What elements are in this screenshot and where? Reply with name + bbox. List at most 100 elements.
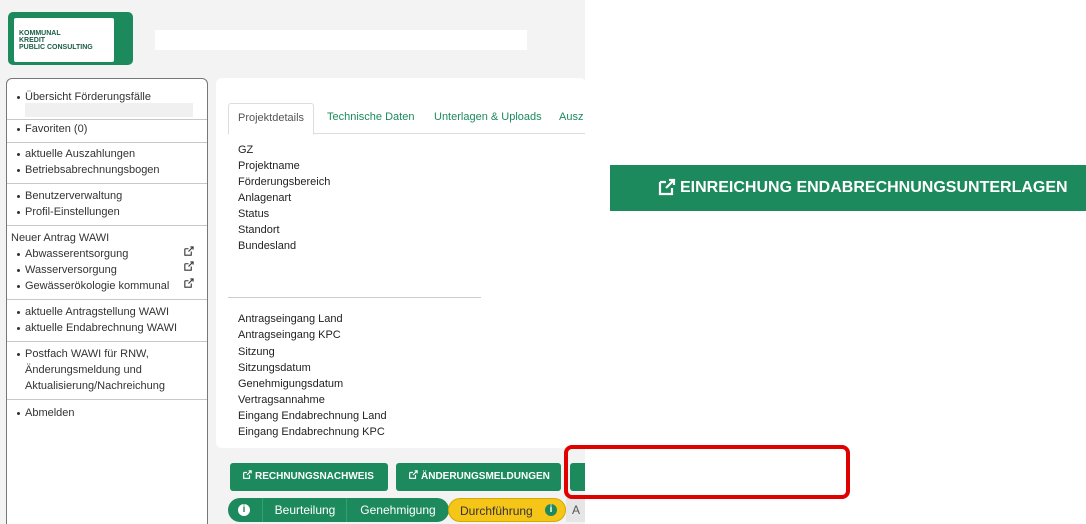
aenderungsmeldungen-button[interactable]: ÄNDERUNGSMELDUNGEN <box>396 463 561 491</box>
bullet-icon <box>17 127 20 131</box>
divider <box>7 225 207 226</box>
field-label-gz: GZ <box>238 144 254 156</box>
external-link-icon <box>408 470 418 480</box>
divider <box>7 119 207 120</box>
bullet-icon <box>17 168 20 172</box>
field-label-antragseingang-kpc: Antragseingang KPC <box>238 329 341 341</box>
sidebar-item-profil[interactable]: Profil-Einstellungen <box>17 206 120 218</box>
tab-auszahlungen[interactable]: Ausz <box>559 103 583 133</box>
field-label-projektname: Projektname <box>238 160 300 172</box>
stage-genehmigung[interactable]: Genehmigung <box>346 498 449 522</box>
sidebar-item-label: Favoriten (0) <box>25 123 88 135</box>
bullet-icon <box>17 411 20 415</box>
logo[interactable]: KOMMUNAL KREDIT PUBLIC CONSULTING <box>8 12 133 65</box>
sidebar-item-auszahlungen[interactable]: aktuelle Auszahlungen <box>17 148 135 160</box>
bullet-icon <box>17 194 20 198</box>
bullet-icon <box>17 310 20 314</box>
sidebar-item-postfach-line3: Aktualisierung/Nachreichung <box>25 380 166 392</box>
sidebar: Übersicht Förderungsfälle Favoriten (0) … <box>6 78 208 524</box>
rechnungsnachweis-button[interactable]: RECHNUNGSNACHWEIS <box>230 463 388 491</box>
logo-text-2: KREDIT <box>19 37 46 44</box>
logo-plate: KOMMUNAL KREDIT PUBLIC CONSULTING <box>14 18 114 62</box>
external-link-icon <box>658 178 676 196</box>
field-label-standort: Standort <box>238 224 280 236</box>
field-label-eingang-endabrechnung-land: Eingang Endabrechnung Land <box>238 410 387 422</box>
section-divider <box>228 297 481 298</box>
stage-label: Durchführung <box>460 504 533 518</box>
stage-beurteilung[interactable]: Beurteilung <box>262 498 347 522</box>
field-label-foerderungsbereich: Förderungsbereich <box>238 176 331 188</box>
field-label-antragseingang-land: Antragseingang Land <box>238 313 343 325</box>
field-label-bundesland: Bundesland <box>238 240 297 252</box>
info-icon: i <box>238 504 250 516</box>
bullet-icon <box>17 268 20 272</box>
divider <box>7 299 207 300</box>
sidebar-item-label: Gewässerökologie kommunal <box>25 280 170 292</box>
field-label-sitzungsdatum: Sitzungsdatum <box>238 362 311 374</box>
sidebar-item-favoriten[interactable]: Favoriten (0) <box>17 123 87 135</box>
highlight-box <box>564 445 850 499</box>
external-link-icon[interactable] <box>183 278 194 289</box>
sidebar-item-endabrechnung[interactable]: aktuelle Endabrechnung WAWI <box>17 322 177 334</box>
bullet-icon <box>17 252 20 256</box>
logo-text-1: KOMMUNAL <box>19 30 61 37</box>
bullet-icon <box>17 210 20 214</box>
stage-durchfuehrung[interactable]: Durchführung i <box>448 498 566 522</box>
bullet-icon <box>17 152 20 156</box>
sidebar-item-label: aktuelle Antragstellung WAWI <box>25 306 170 318</box>
button-label: EINREICHUNG ENDABRECHNUNGSUNTERLAGEN <box>680 179 1068 196</box>
field-label-status: Status <box>238 208 270 220</box>
sidebar-item-wasserversorgung[interactable]: Wasserversorgung <box>17 264 117 276</box>
external-link-icon[interactable] <box>183 261 194 272</box>
sidebar-item-gewaesseroekologie[interactable]: Gewässerökologie kommunal <box>17 280 169 292</box>
sidebar-item-abmelden[interactable]: Abmelden <box>17 407 75 419</box>
sidebar-item-benutzerverwaltung[interactable]: Benutzerverwaltung <box>17 190 122 202</box>
sidebar-item-betriebsabrechnungsbogen[interactable]: Betriebsabrechnungsbogen <box>17 164 160 176</box>
field-label-vertragsannahme: Vertragsannahme <box>238 394 325 406</box>
sidebar-item-label: Benutzerverwaltung <box>25 190 123 202</box>
workflow-status: i Beurteilung Genehmigung Durchführung i… <box>228 498 585 524</box>
sidebar-item-label: Profil-Einstellungen <box>25 206 120 218</box>
redacted-sidebar-area <box>25 103 193 117</box>
stage-next-cut[interactable]: A <box>566 498 585 522</box>
sidebar-item-label: Betriebsabrechnungsbogen <box>25 164 160 176</box>
field-label-genehmigungsdatum: Genehmigungsdatum <box>238 378 344 390</box>
divider <box>7 142 207 143</box>
top-header: KOMMUNAL KREDIT PUBLIC CONSULTING <box>0 0 585 72</box>
sidebar-item-label: Abmelden <box>25 407 75 419</box>
sidebar-item-postfach[interactable]: Postfach WAWI für RNW, <box>17 348 149 360</box>
info-icon: i <box>545 504 557 516</box>
sidebar-item-postfach-line2: Änderungsmeldung und <box>25 364 142 376</box>
sidebar-item-abwasserentsorgung[interactable]: Abwasserentsorgung <box>17 248 128 260</box>
bullet-icon <box>17 95 20 99</box>
divider <box>7 399 207 400</box>
sidebar-item-label: aktuelle Endabrechnung WAWI <box>25 322 178 334</box>
sidebar-item-label: Abwasserentsorgung <box>25 248 129 260</box>
sidebar-heading-neuer-antrag: Neuer Antrag WAWI <box>11 232 110 244</box>
external-link-icon <box>242 470 252 480</box>
tab-projektdetails[interactable]: Projektdetails <box>228 103 315 135</box>
external-link-icon[interactable] <box>183 246 194 257</box>
redacted-header-area <box>155 30 527 50</box>
button-label: ÄNDERUNGSMELDUNGEN <box>421 471 550 482</box>
divider <box>7 341 207 342</box>
status-info[interactable]: i <box>228 498 262 522</box>
sidebar-item-label: Postfach WAWI für RNW, <box>25 348 149 360</box>
tab-technische-daten[interactable]: Technische Daten <box>327 103 414 133</box>
project-panel: Projektdetails Technische Daten Unterlag… <box>216 78 585 448</box>
sidebar-item-uebersicht[interactable]: Übersicht Förderungsfälle <box>17 91 151 103</box>
field-label-eingang-endabrechnung-kpc: Eingang Endabrechnung KPC <box>238 426 385 438</box>
app-screenshot: KOMMUNAL KREDIT PUBLIC CONSULTING Übersi… <box>0 0 585 524</box>
logo-text-3: PUBLIC CONSULTING <box>19 44 93 51</box>
field-label-sitzung: Sitzung <box>238 346 275 358</box>
sidebar-item-label: aktuelle Auszahlungen <box>25 148 136 160</box>
sidebar-item-antragstellung[interactable]: aktuelle Antragstellung WAWI <box>17 306 169 318</box>
sidebar-item-label: Übersicht Förderungsfälle <box>25 91 151 103</box>
sidebar-item-label: Wasserversorgung <box>25 264 117 276</box>
einreichung-endabrechnung-button[interactable]: EINREICHUNG ENDABRECHNUNGSUNTERLAGEN <box>610 165 1086 211</box>
bullet-icon <box>17 326 20 330</box>
tab-unterlagen-uploads[interactable]: Unterlagen & Uploads <box>434 103 542 133</box>
tab-bar: Projektdetails Technische Daten Unterlag… <box>228 103 585 135</box>
bullet-icon <box>17 352 20 356</box>
field-label-anlagenart: Anlagenart <box>238 192 292 204</box>
